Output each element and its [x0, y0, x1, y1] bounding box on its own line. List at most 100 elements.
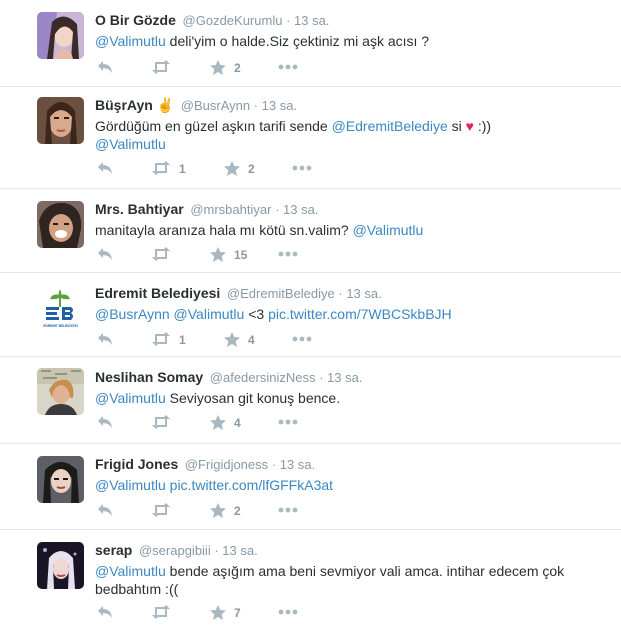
more-icon[interactable] — [278, 251, 298, 267]
tweet-content: Edremit Belediyesi @EdremitBelediye · 13… — [95, 284, 601, 323]
text-segment: Seviyosan git konuş bence. — [165, 390, 341, 406]
text-segment: :)) — [473, 118, 492, 134]
tweet-content: BüşrAyn ✌ @BusrAynn · 13 sa. Gördüğüm en… — [95, 96, 601, 153]
reply-icon[interactable] — [97, 161, 113, 177]
star-icon[interactable] — [210, 415, 226, 431]
retweet-icon[interactable] — [151, 332, 171, 348]
reply-icon[interactable] — [97, 60, 113, 76]
retweet-icon[interactable] — [151, 503, 171, 519]
more-icon[interactable] — [278, 419, 298, 435]
tweet-text: @Valimutlu Seviyosan git konuş bence. — [95, 389, 601, 407]
tweet-text: manitayla aranıza hala mı kötü sn.valim?… — [95, 221, 601, 239]
retweet-count: 1 — [179, 162, 186, 176]
timestamp[interactable]: · 13 sa. — [319, 370, 362, 385]
tweet[interactable]: Mrs. Bahtiyar @mrsbahtiyar · 13 sa. mani… — [0, 189, 621, 273]
tweet-timeline: O Bir Gözde @GozdeKurumlu · 13 sa. @Vali… — [0, 0, 621, 627]
reply-icon[interactable] — [97, 605, 113, 621]
fullname[interactable]: BüşrAyn ✌ — [95, 97, 174, 113]
mention-link[interactable]: @Valimutlu — [174, 306, 245, 322]
username[interactable]: @afedersinizNess — [210, 370, 316, 385]
more-icon[interactable] — [278, 507, 298, 523]
mention-link[interactable]: @Valimutlu — [95, 563, 166, 579]
mention-link[interactable]: @Valimutlu — [95, 33, 166, 49]
timestamp[interactable]: · 13 sa. — [275, 202, 318, 217]
reply-icon[interactable] — [97, 332, 113, 348]
favorite-count: 4 — [234, 416, 241, 430]
tweet[interactable]: serap @serapgibiii · 13 sa. @Valimutlu b… — [0, 530, 621, 627]
fullname[interactable]: O Bir Gözde — [95, 12, 176, 28]
tweet-text: @Valimutlu deli'yim o halde.Siz çektiniz… — [95, 32, 601, 50]
reply-icon[interactable] — [97, 247, 113, 263]
username[interactable]: @mrsbahtiyar — [190, 202, 271, 217]
tweet[interactable]: Neslihan Somay @afedersinizNess · 13 sa.… — [0, 357, 621, 444]
avatar[interactable] — [37, 456, 84, 503]
retweet-icon[interactable] — [151, 415, 171, 431]
fullname[interactable]: Neslihan Somay — [95, 369, 203, 385]
avatar[interactable]: EDREMIT BELEDİYESİ — [37, 285, 84, 332]
mention-link[interactable]: @EdremitBelediye — [332, 118, 448, 134]
retweet-icon[interactable] — [151, 161, 171, 177]
mention-link[interactable]: @Valimutlu — [353, 222, 424, 238]
fullname[interactable]: Frigid Jones — [95, 456, 178, 472]
retweet-count: 1 — [179, 333, 186, 347]
avatar[interactable] — [37, 201, 84, 248]
tweet-text: @Valimutlu bende aşığım ama beni sevmiyo… — [95, 562, 575, 598]
tweet-content: O Bir Gözde @GozdeKurumlu · 13 sa. @Vali… — [95, 11, 601, 50]
tweet[interactable]: BüşrAyn ✌ @BusrAynn · 13 sa. Gördüğüm en… — [0, 87, 621, 189]
username[interactable]: @serapgibiii — [139, 543, 211, 558]
mention-link[interactable]: @BusrAynn — [95, 306, 170, 322]
timestamp[interactable]: · 13 sa. — [272, 457, 315, 472]
more-icon[interactable] — [278, 609, 298, 625]
more-icon[interactable] — [292, 165, 312, 181]
pic-link[interactable]: pic.twitter.com/7WBCSkbBJH — [268, 306, 452, 322]
retweet-icon[interactable] — [151, 247, 171, 263]
fullname[interactable]: Edremit Belediyesi — [95, 285, 220, 301]
favorite-count: 2 — [234, 504, 241, 518]
username[interactable]: @BusrAynn — [181, 98, 250, 113]
tweet-header: O Bir Gözde @GozdeKurumlu · 13 sa. — [95, 11, 601, 30]
tweet-header: Mrs. Bahtiyar @mrsbahtiyar · 13 sa. — [95, 200, 601, 219]
star-icon[interactable] — [210, 503, 226, 519]
tweet[interactable]: O Bir Gözde @GozdeKurumlu · 13 sa. @Vali… — [0, 0, 621, 87]
avatar[interactable] — [37, 97, 84, 144]
text-segment: deli'yim o halde.Siz çektiniz mi aşk acı… — [165, 33, 430, 49]
timestamp[interactable]: · 13 sa. — [254, 98, 297, 113]
mention-link[interactable]: @Valimutlu — [95, 477, 166, 493]
tweet[interactable]: EDREMIT BELEDİYESİ Edremit Belediyesi @E… — [0, 273, 621, 357]
heart-emoji: ♥ — [465, 118, 474, 134]
mention-link[interactable]: @Valimutlu — [95, 136, 166, 152]
tweet-content: Frigid Jones @Frigidjoness · 13 sa. @Val… — [95, 455, 601, 494]
username[interactable]: @GozdeKurumlu — [183, 13, 283, 28]
favorite-count: 4 — [248, 333, 255, 347]
avatar[interactable] — [37, 542, 84, 589]
tweet-header: BüşrAyn ✌ @BusrAynn · 13 sa. — [95, 96, 601, 115]
timestamp[interactable]: · 13 sa. — [286, 13, 329, 28]
star-icon[interactable] — [210, 60, 226, 76]
mention-link[interactable]: @Valimutlu — [95, 390, 166, 406]
tweet[interactable]: Frigid Jones @Frigidjoness · 13 sa. @Val… — [0, 444, 621, 530]
reply-icon[interactable] — [97, 415, 113, 431]
avatar[interactable] — [37, 12, 84, 59]
text-segment: Gördüğüm en güzel aşkın tarifi sende — [95, 118, 332, 134]
tweet-header: serap @serapgibiii · 13 sa. — [95, 541, 601, 560]
more-icon[interactable] — [278, 64, 298, 80]
tweet-content: Mrs. Bahtiyar @mrsbahtiyar · 13 sa. mani… — [95, 200, 601, 239]
fullname[interactable]: Mrs. Bahtiyar — [95, 201, 184, 217]
text-segment: bende aşığım ama beni sevmiyor vali amca… — [95, 563, 565, 597]
reply-icon[interactable] — [97, 503, 113, 519]
more-icon[interactable] — [292, 336, 312, 352]
pic-link[interactable]: pic.twitter.com/lfGFFkA3at — [170, 477, 333, 493]
username[interactable]: @EdremitBelediye — [227, 286, 335, 301]
star-icon[interactable] — [210, 247, 226, 263]
star-icon[interactable] — [224, 161, 240, 177]
timestamp[interactable]: · 13 sa. — [214, 543, 257, 558]
timestamp[interactable]: · 13 sa. — [338, 286, 381, 301]
favorite-count: 7 — [234, 606, 241, 620]
star-icon[interactable] — [210, 605, 226, 621]
retweet-icon[interactable] — [151, 605, 171, 621]
avatar[interactable] — [37, 368, 84, 415]
fullname[interactable]: serap — [95, 542, 132, 558]
username[interactable]: @Frigidjoness — [185, 457, 268, 472]
star-icon[interactable] — [224, 332, 240, 348]
retweet-icon[interactable] — [151, 60, 171, 76]
